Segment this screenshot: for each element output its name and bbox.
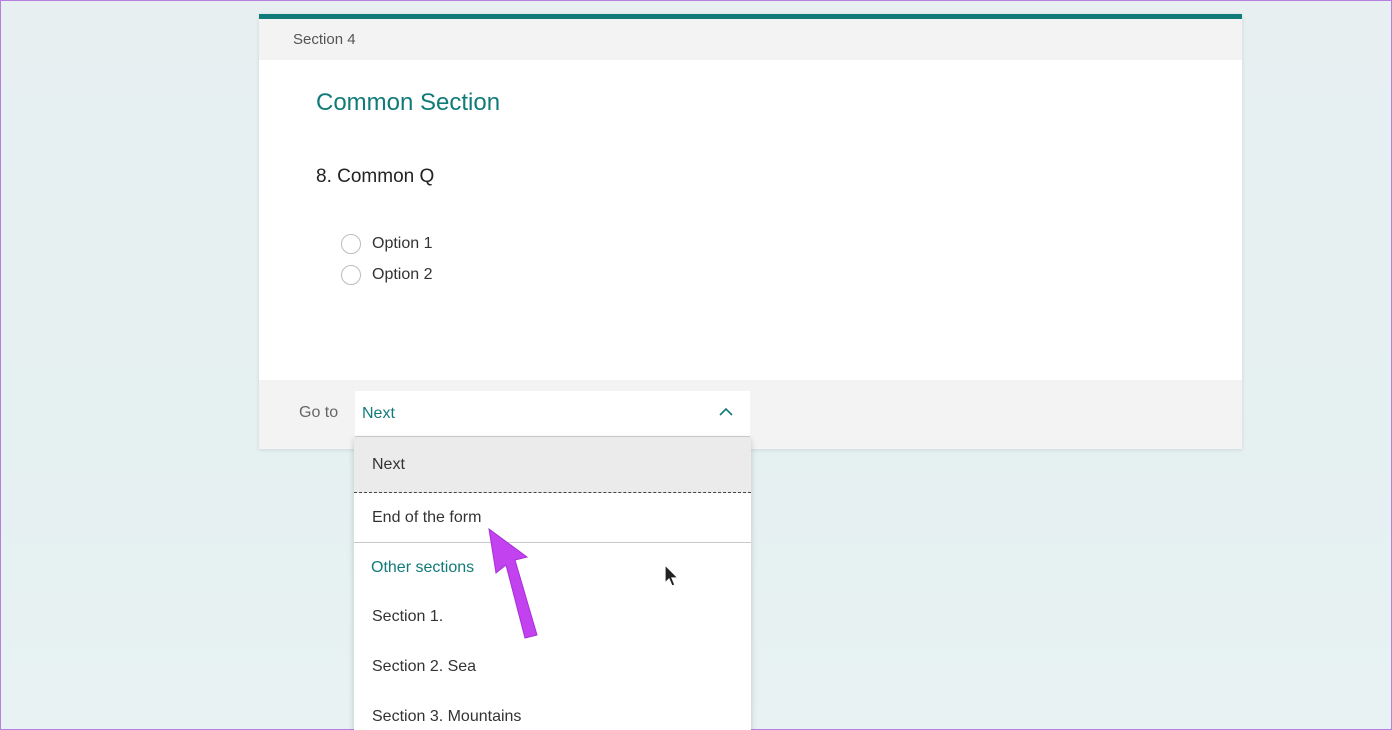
option-2[interactable]: Option 2 [341, 265, 432, 285]
section-header: Section 4 [259, 19, 1242, 60]
radio-button[interactable] [341, 265, 361, 285]
option-label: Option 1 [372, 235, 433, 252]
chevron-up-icon[interactable] [718, 406, 734, 418]
section-header-label: Section 4 [293, 31, 356, 48]
goto-selected-value: Next [362, 405, 395, 422]
goto-dropdown-menu: Next End of the form Other sections Sect… [354, 437, 751, 730]
dropdown-item-next[interactable]: Next [354, 437, 751, 493]
goto-select[interactable]: Next [355, 391, 750, 437]
dropdown-item-section-3[interactable]: Section 3. Mountains [354, 692, 751, 730]
goto-label: Go to [299, 404, 339, 421]
annotation-arrow-icon [488, 527, 538, 639]
dropdown-group-other-sections: Other sections [371, 558, 475, 576]
section-title[interactable]: Common Section [316, 89, 500, 117]
option-1[interactable]: Option 1 [341, 234, 432, 254]
radio-button[interactable] [341, 234, 361, 254]
question-title[interactable]: 8. Common Q [316, 166, 434, 188]
option-label: Option 2 [372, 266, 433, 283]
dropdown-item-section-1[interactable]: Section 1. [354, 592, 751, 642]
mouse-cursor-icon [664, 563, 680, 587]
section-card: Section 4 Common Section 8. Common Q Opt… [259, 14, 1242, 449]
dropdown-item-section-2[interactable]: Section 2. Sea [354, 642, 751, 692]
dropdown-item-end-of-form[interactable]: End of the form [354, 493, 751, 543]
